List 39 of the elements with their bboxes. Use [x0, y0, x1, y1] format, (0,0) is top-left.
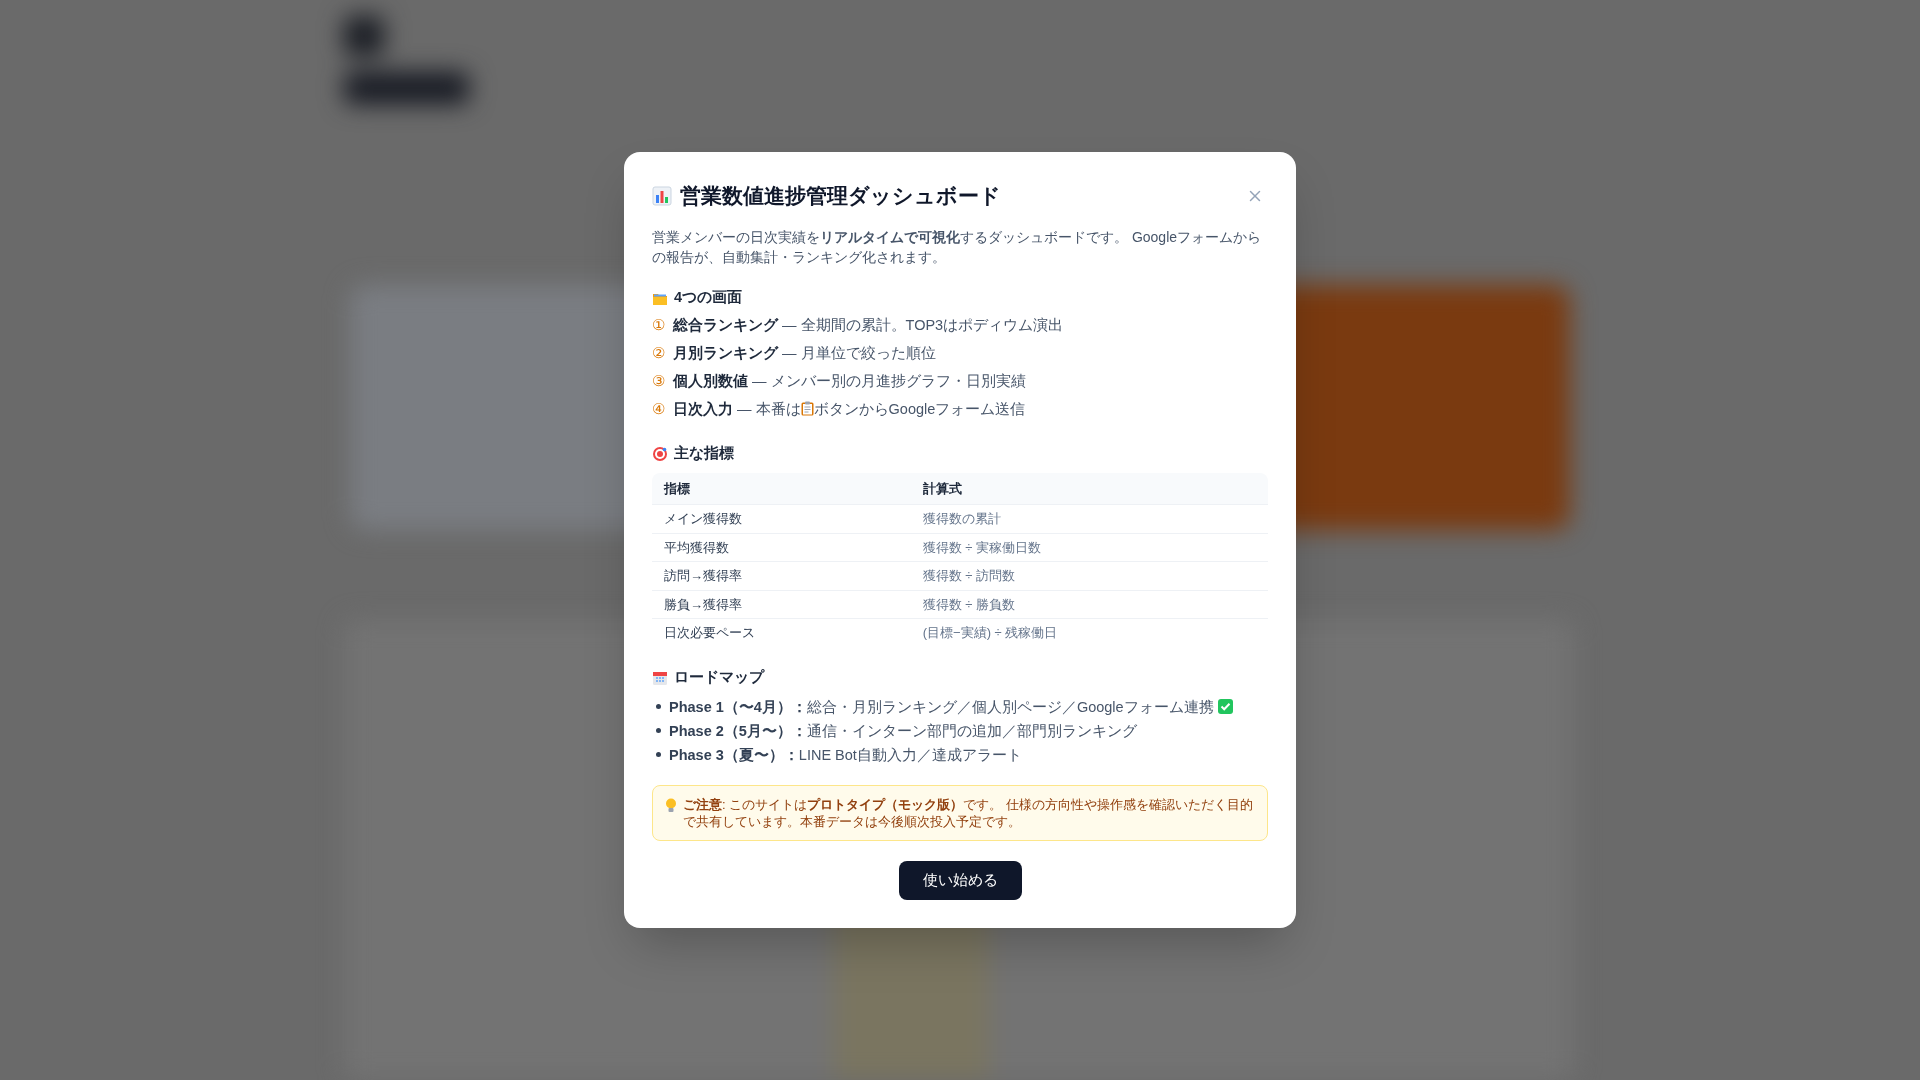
column-header: 指標: [652, 472, 911, 505]
check-icon: [1217, 698, 1233, 714]
table-cell: (目標−実績) ÷ 残稼働日: [910, 618, 1268, 647]
dialog-title: 営業数値進捗管理ダッシュボード: [680, 182, 1001, 209]
get-started-button[interactable]: 使い始める: [898, 860, 1022, 901]
roadmap-item: Phase 3（夏〜）：LINE Bot自動入力／達成アラート: [669, 745, 1022, 765]
number-marker: ②: [652, 344, 665, 363]
table-cell: 日次必要ペース: [652, 618, 911, 647]
notice-text: ご注意: このサイトはプロトタイプ（モック版）です。 仕様の方向性や操作感を確認いただく目的で共有しています。本番データは今後順次投入予定です。: [683, 795, 1254, 830]
table-cell: 獲得数 ÷ 勝負数: [910, 590, 1268, 619]
table-cell: 平均獲得数: [652, 533, 911, 562]
roadmap-item: Phase 2（5月〜）：通信・インターン部門の追加／部門別ランキング: [669, 721, 1137, 741]
calendar-icon: [652, 669, 668, 686]
column-header: 計算式: [910, 472, 1268, 505]
clipboard-icon: [800, 401, 814, 416]
screen-description: 総合ランキング — 全期間の累計。TOP3はポディウム演出: [673, 316, 1064, 335]
table-cell: 獲得数の累計: [910, 504, 1268, 534]
roadmap-item: Phase 1（〜4月）：総合・月別ランキング／個人別ページ／Googleフォーム連携: [669, 696, 1233, 717]
number-marker: ③: [652, 372, 665, 391]
intro-paragraph: 営業メンバーの日次実績をリアルタイムで可視化するダッシュボードです。 Googleフォームからの報告が、自動集計・ランキング化されます。: [652, 228, 1263, 268]
table-cell: 訪問→獲得率: [652, 561, 911, 591]
target-icon: [652, 445, 668, 462]
screen-description: 個人別数値 — メンバー別の月進捗グラフ・日別実績: [673, 372, 1026, 391]
bar-chart-icon: [652, 185, 672, 206]
light-bulb-icon: [665, 797, 677, 813]
table-cell: 勝負→獲得率: [652, 590, 911, 619]
table-cell: メイン獲得数: [652, 504, 911, 534]
number-marker: ①: [652, 316, 665, 335]
section-heading: ロードマップ: [674, 667, 764, 687]
bullet-icon: [656, 704, 661, 709]
section-heading: 主な指標: [674, 444, 734, 463]
bullet-icon: [656, 752, 661, 757]
bullet-icon: [656, 728, 661, 733]
section-heading: 4つの画面: [674, 288, 743, 308]
table-cell: 獲得数 ÷ 実稼働日数: [910, 533, 1268, 562]
screen-description: 月別ランキング — 月単位で絞った順位: [673, 344, 936, 363]
number-marker: ④: [652, 400, 665, 419]
table-cell: 獲得数 ÷ 訪問数: [910, 561, 1268, 591]
screen-description: 日次入力 — 本番は ボタンからGoogleフォーム送信: [673, 400, 1026, 419]
